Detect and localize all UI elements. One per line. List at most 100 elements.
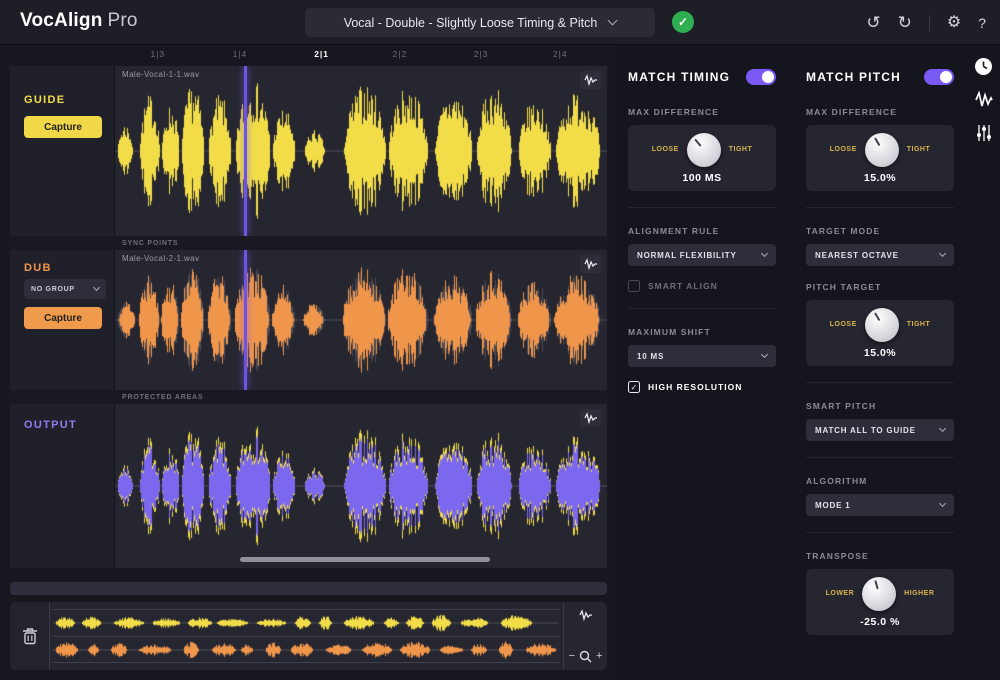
zoom-in-button[interactable]: + [596,651,602,662]
knob-min-label: LOOSE [829,146,857,153]
waveform-edit-icon [578,609,592,621]
timeline-ruler[interactable]: 1|3 1|4 2|1 2|2 2|3 2|4 [115,45,607,66]
zoom-out-button[interactable]: − [569,651,575,662]
overview-guide-row[interactable] [53,609,560,636]
guide-waveform[interactable] [115,66,607,236]
overview-waveforms[interactable] [50,602,563,670]
dub-track-label: DUB [24,262,52,274]
knob-max-label: TIGHT [906,321,931,328]
guide-track-label: GUIDE [24,94,66,106]
dub-capture-button[interactable]: Capture [24,307,102,329]
match-pitch-column: MATCH PITCH MAX DIFFERENCE LOOSE TIGHT 1… [806,45,954,635]
algorithm-label: ALGORITHM [806,476,868,486]
timeline-tick: 1|3 [150,49,166,59]
maximum-shift-label: MAXIMUM SHIFT [628,327,711,337]
clear-session-button[interactable] [10,602,50,670]
output-track-options-button[interactable] [580,409,601,427]
maximum-shift-dropdown[interactable]: 10 MS [628,345,776,367]
section-divider [806,207,954,208]
toolbar-divider [928,14,930,31]
section-divider [628,207,776,208]
algorithm-value: MODE 1 [815,500,851,510]
smart-pitch-dropdown[interactable]: MATCH ALL TO GUIDE [806,419,954,441]
section-divider [806,457,954,458]
output-track-header: OUTPUT [10,404,115,568]
algorithm-dropdown[interactable]: MODE 1 [806,494,954,516]
match-pitch-toggle[interactable] [924,69,954,85]
dub-filename: Male-Vocal-2-1.wav [122,254,200,263]
transpose-card: LOWER HIGHER -25.0 % [806,569,954,635]
target-mode-dropdown[interactable]: NEAREST OCTAVE [806,244,954,266]
transpose-knob[interactable] [862,576,897,611]
output-waveform[interactable] [115,404,607,568]
knob-min-label: LOOSE [651,146,679,153]
overview-dub-waveform[interactable] [53,636,558,663]
guide-capture-button[interactable]: Capture [24,116,102,138]
knob-indicator [680,126,728,174]
undo-icon[interactable]: ↺ [866,14,880,31]
waveform-view-button[interactable] [974,91,993,109]
history-button[interactable] [974,57,993,76]
timeline-tick: 2|3 [473,49,489,59]
brand-bold: VocAlign [20,10,103,31]
timeline-tick-current: 2|1 [314,49,330,59]
pitch-target-knob[interactable] [864,307,899,342]
output-waveform-region[interactable] [115,404,607,568]
brand-light: Pro [107,10,138,31]
high-resolution-label: HIGH RESOLUTION [648,382,743,392]
waveform-edit-icon [583,412,597,424]
knob-max-label: TIGHT [728,146,753,153]
overview-guide-waveform[interactable] [53,610,558,636]
sliders-icon [976,125,991,141]
mixer-button[interactable] [975,124,993,142]
pitch-target-value: 15.0% [863,346,897,359]
timing-max-difference-card: LOOSE TIGHT 100 MS [628,125,776,191]
chevron-down-icon [760,249,769,257]
dub-waveform-region[interactable]: Male-Vocal-2-1.wav [115,250,607,390]
timeline-tick: 2|4 [552,49,568,59]
knob-indicator [859,126,905,172]
match-pitch-title: MATCH PITCH [806,70,901,84]
overview-options-button[interactable] [578,609,593,621]
timing-max-difference-knob[interactable] [686,132,721,167]
guide-track-options-button[interactable] [580,71,601,89]
output-mini-scrollbar[interactable] [240,557,490,562]
alignment-rule-dropdown[interactable]: NORMAL FLEXIBILITY [628,244,776,266]
preset-status-badge: ✓ [672,11,694,33]
checkbox-icon [628,280,640,292]
help-icon[interactable]: ? [978,16,986,30]
preset-dropdown[interactable]: Vocal - Double - Slightly Loose Timing &… [305,8,655,37]
overview-panel: − + [10,602,607,670]
checkbox-checked-icon: ✓ [628,381,640,393]
guide-waveform-region[interactable]: Male-Vocal-1-1.wav [115,66,607,236]
maximum-shift-value: 10 MS [637,351,665,361]
timing-max-difference-label: MAX DIFFERENCE [628,107,719,117]
target-mode-label: TARGET MODE [806,226,881,236]
section-divider [806,382,954,383]
dub-waveform[interactable] [115,250,607,390]
target-mode-value: NEAREST OCTAVE [815,250,899,260]
overview-dub-row[interactable] [53,636,560,663]
alignment-rule-label: ALIGNMENT RULE [628,226,720,236]
dub-track-options-button[interactable] [580,255,601,273]
high-resolution-checkbox[interactable]: ✓ HIGH RESOLUTION [628,381,776,393]
smart-align-label: SMART ALIGN [648,281,718,291]
overview-tools: − + [563,602,607,670]
dub-group-dropdown[interactable]: NO GROUP [24,279,106,299]
playhead-cursor[interactable] [244,250,247,390]
horizontal-scrollbar[interactable] [10,582,607,595]
timeline-tick: 2|2 [392,49,408,59]
zoom-controls: − + [569,650,602,663]
match-timing-toggle[interactable] [746,69,776,85]
chevron-down-icon [760,350,769,358]
smart-align-checkbox[interactable]: SMART ALIGN [628,280,776,292]
track-editor: 1|3 1|4 2|1 2|2 2|3 2|4 GUIDE Capture Ma… [10,45,607,672]
redo-icon[interactable]: ↻ [898,14,912,31]
waveform-edit-icon [583,74,597,86]
dub-group-value: NO GROUP [31,285,75,293]
magnifier-icon [579,650,592,663]
chevron-down-icon [607,15,618,26]
playhead-cursor[interactable] [244,66,247,236]
pitch-max-difference-knob[interactable] [864,132,899,167]
gear-icon[interactable]: ⚙ [947,14,961,31]
